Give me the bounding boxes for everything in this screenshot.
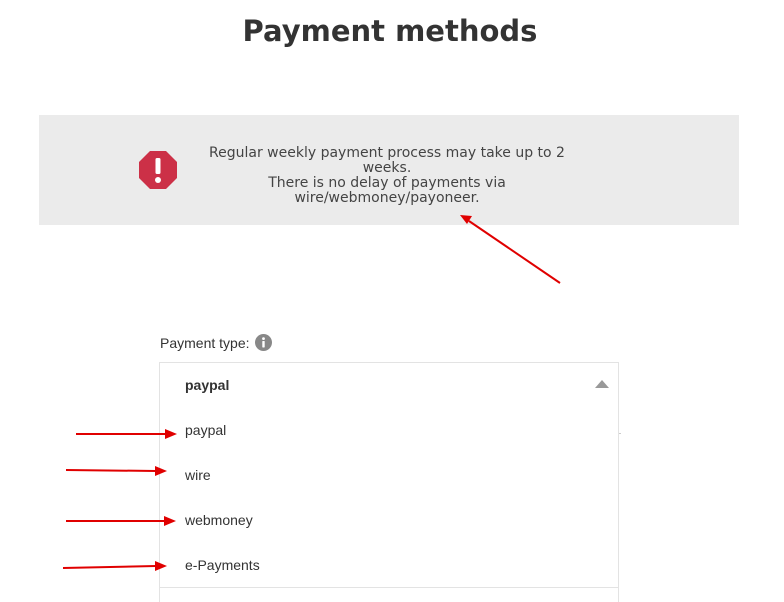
option-webmoney[interactable]: webmoney — [185, 512, 253, 528]
notice-line: weeks. — [362, 160, 412, 176]
payment-type-dropdown: paypal wire webmoney e-Payments — [159, 407, 619, 602]
notice-line: wire/webmoney/payoneer. — [294, 190, 480, 206]
exclamation-octagon-icon — [139, 151, 177, 189]
arrow-to-e-payments — [62, 561, 167, 571]
info-icon[interactable] — [254, 334, 272, 351]
divider-mark — [619, 433, 621, 434]
caret-up-icon[interactable] — [595, 380, 609, 388]
dropdown-divider — [160, 587, 618, 588]
arrow-to-wire — [65, 466, 167, 476]
payment-methods-page: Payment methods Regular weekly payment p… — [0, 0, 784, 602]
notice-banner: Regular weekly payment process may take … — [39, 115, 739, 225]
page-title: Payment methods — [242, 14, 538, 48]
option-paypal[interactable]: paypal — [185, 422, 226, 438]
arrow-to-notice — [460, 215, 561, 284]
option-wire[interactable]: wire — [185, 467, 211, 483]
selected-payment-type: paypal — [185, 377, 230, 393]
notice-line: Regular weekly payment process may take … — [209, 145, 565, 161]
option-e-payments[interactable]: e-Payments — [185, 557, 260, 573]
notice-text: Regular weekly payment process may take … — [209, 146, 565, 206]
payment-type-label: Payment type: — [160, 334, 272, 351]
payment-type-select[interactable]: paypal — [159, 362, 619, 408]
notice-line: There is no delay of payments via — [268, 175, 506, 191]
payment-type-label-text: Payment type: — [160, 334, 250, 351]
